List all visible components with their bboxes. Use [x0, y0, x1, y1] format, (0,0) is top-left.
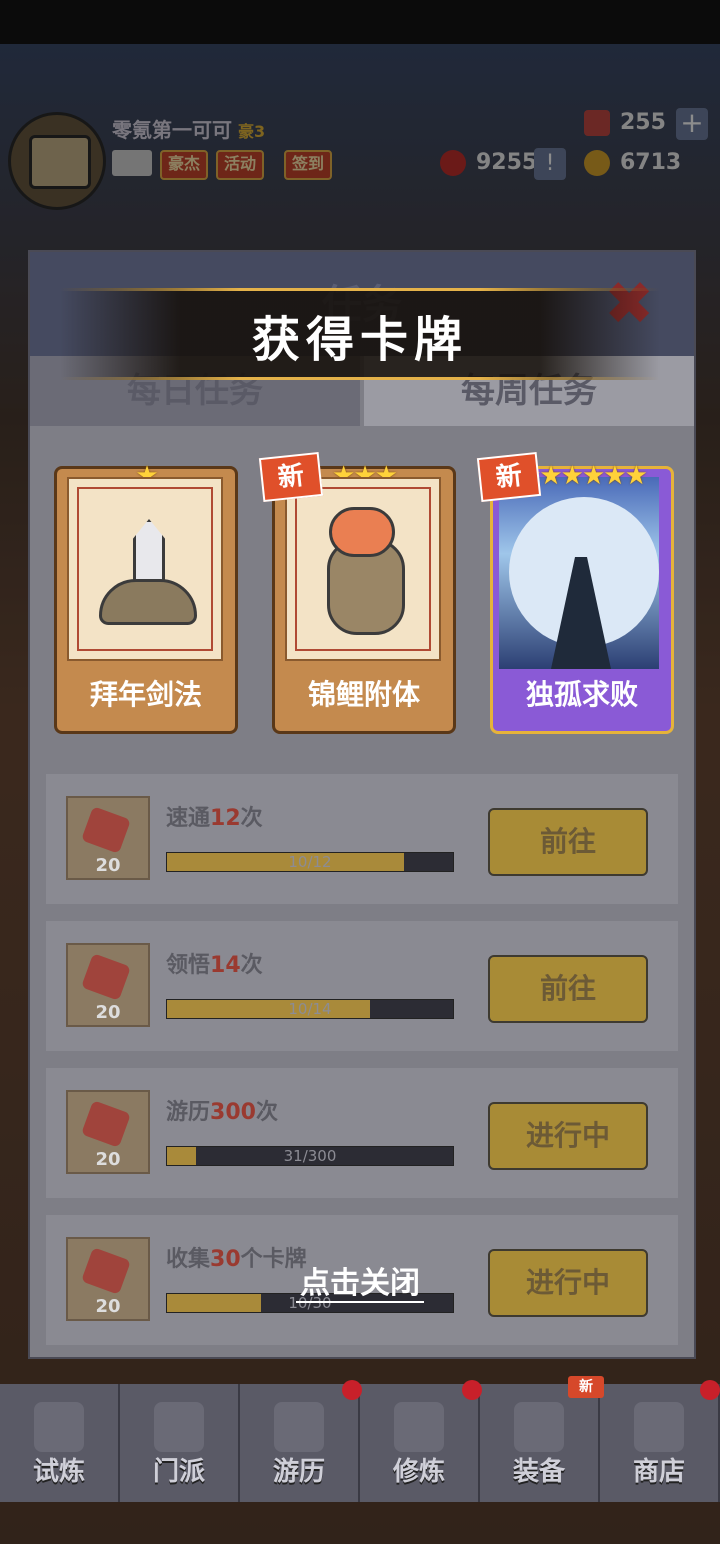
reward-icon: 20: [66, 796, 150, 880]
nav-travel[interactable]: 游历: [240, 1384, 360, 1502]
status-bar: [0, 0, 720, 44]
banner-divider: [60, 377, 660, 380]
notification-dot: [342, 1380, 362, 1400]
reward-icon: 20: [66, 943, 150, 1027]
task-row: 20 游历300次 31/300 进行中: [46, 1068, 678, 1198]
nav-equipment[interactable]: 装备: [480, 1384, 600, 1502]
popup-title: 获得卡牌: [251, 312, 468, 368]
bottom-nav: 试炼 门派 游历 修炼 装备 商店: [0, 1384, 720, 1502]
gem-icon: [81, 953, 131, 1001]
banner-divider: [60, 288, 660, 291]
task-progress-bar: 31/300: [166, 1146, 454, 1166]
notification-dot: [462, 1380, 482, 1400]
new-badge: 新: [476, 451, 542, 503]
new-badge: 新: [258, 451, 324, 503]
task-progress-bar: 10/14: [166, 999, 454, 1019]
card-name: 锦鲤附体: [307, 678, 420, 711]
sword-icon: [514, 1402, 564, 1452]
card-art: [67, 477, 223, 661]
task-row: 20 速通12次 10/12 前往: [46, 774, 678, 904]
task-title: 领悟14次: [166, 953, 263, 978]
new-badge: 新: [568, 1376, 604, 1398]
task-title: 游历300次: [166, 1100, 278, 1125]
card-art: [499, 477, 659, 669]
card-art: [285, 477, 441, 661]
book-icon: [394, 1402, 444, 1452]
task-panel: 任务 ✖ 每日任务 每周任务 20 速通12次 10/12 前往 20 领悟14…: [28, 250, 696, 1359]
nav-shop[interactable]: 商店: [600, 1384, 720, 1502]
reward-icon: 20: [66, 1090, 150, 1174]
task-in-progress-button[interactable]: 进行中: [488, 1102, 648, 1170]
task-row: 20 领悟14次 10/14 前往: [46, 921, 678, 1051]
obtained-cards-banner: 获得卡牌: [60, 288, 660, 380]
gem-icon: [81, 1100, 131, 1148]
card-jinli-futi[interactable]: ★★★ 锦鲤附体 新: [258, 451, 456, 734]
carp-head-icon: [329, 507, 395, 557]
task-go-button[interactable]: 前往: [488, 808, 648, 876]
card-name: 独孤求败: [525, 678, 638, 711]
task-progress-bar: 10/12: [166, 852, 454, 872]
hands-icon: [99, 579, 197, 625]
shop-icon: [634, 1402, 684, 1452]
temple-icon: [154, 1402, 204, 1452]
card-dugu-qiubai[interactable]: ★★★★★★ 独孤求败 新: [476, 451, 674, 734]
nav-sect[interactable]: 门派: [120, 1384, 240, 1502]
nav-trial[interactable]: 试炼: [0, 1384, 120, 1502]
ninja-icon: [34, 1402, 84, 1452]
gem-icon: [81, 806, 131, 854]
nav-cultivate[interactable]: 修炼: [360, 1384, 480, 1502]
task-go-button[interactable]: 前往: [488, 955, 648, 1023]
notification-dot: [700, 1380, 720, 1400]
card-bainian-jianfa[interactable]: ★ 拜年剑法: [54, 461, 238, 734]
card-name: 拜年剑法: [89, 678, 202, 711]
task-title: 速通12次: [166, 806, 263, 831]
tap-to-close-hint[interactable]: 点击关闭: [0, 1258, 720, 1303]
landscape-icon: [274, 1402, 324, 1452]
